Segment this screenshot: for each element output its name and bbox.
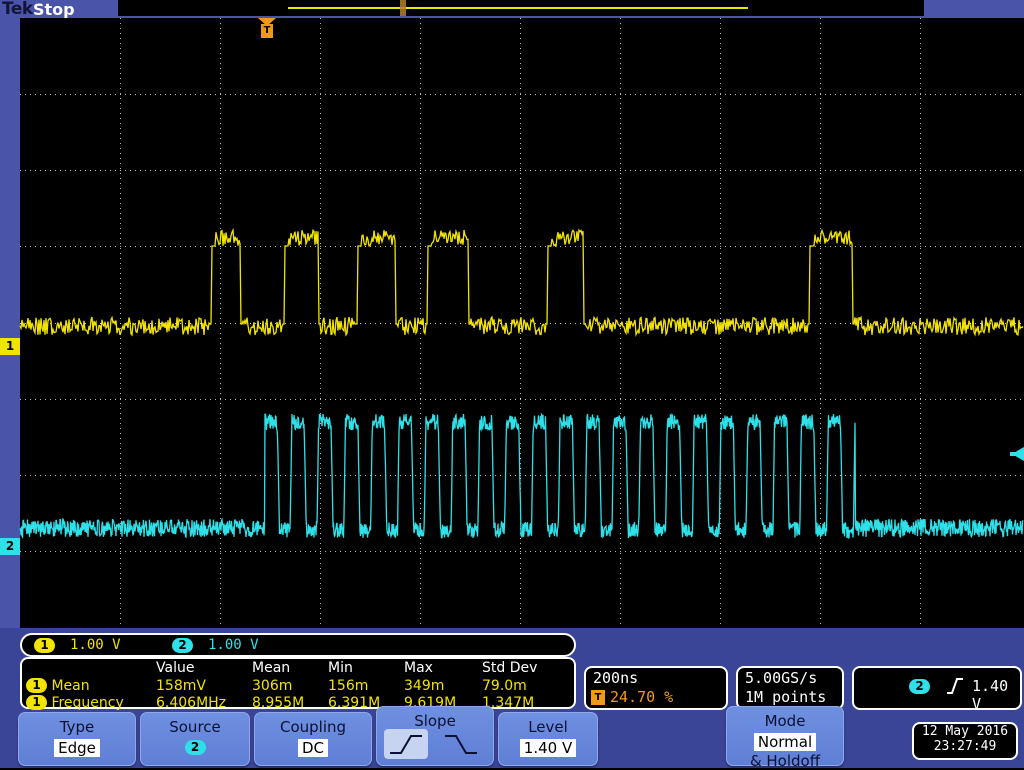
menu-value-source-badge: 2	[185, 740, 206, 755]
column-header-mean: Mean	[252, 659, 328, 677]
channel-1-badge: 1	[26, 695, 47, 710]
falling-edge-icon	[439, 729, 483, 759]
time-text: 23:27:49	[914, 739, 1016, 754]
left-margin-strip: 1 2	[0, 18, 20, 628]
waveform-canvas	[20, 18, 1024, 628]
measurement-name: Mean	[51, 678, 89, 694]
menu-label-mode: Mode	[727, 712, 843, 730]
menu-button-type[interactable]: Type Edge	[18, 712, 136, 766]
measurement-grid: Value Mean Min Max Std Dev 1 Mean 158mV …	[22, 659, 560, 711]
trigger-position-marker[interactable]: T	[258, 18, 276, 40]
timebase-position: 24.70 %	[610, 688, 673, 706]
channel-2-trace	[20, 414, 1023, 538]
top-status-bar: Tek Stop	[0, 0, 1024, 18]
column-header-max: Max	[404, 659, 482, 677]
column-header-min: Min	[328, 659, 404, 677]
trigger-panel[interactable]: 2 1.40 V	[852, 666, 1022, 710]
overview-window-cursor[interactable]	[400, 0, 406, 16]
measurement-table: Value Mean Min Max Std Dev 1 Mean 158mV …	[20, 657, 576, 709]
menu-button-slope[interactable]: Slope	[376, 706, 494, 766]
run-state-label[interactable]: Stop	[33, 0, 75, 19]
measurement-label-cell: 1 Mean	[22, 677, 156, 694]
trigger-position-icon: T	[591, 690, 605, 705]
measurement-value: 158mV	[156, 677, 252, 694]
trigger-position-badge: T	[261, 24, 273, 38]
menu-value-coupling: DC	[298, 739, 328, 757]
menu-label-slope: Slope	[377, 712, 493, 730]
measurement-value: 6.406MHz	[156, 694, 252, 711]
menu-label-type: Type	[19, 718, 135, 736]
channel-1-scale[interactable]: 1.00 V	[70, 637, 121, 653]
channel-1-badge[interactable]: 1	[34, 638, 55, 653]
menu-button-source[interactable]: Source 2	[140, 712, 250, 766]
measurement-label-cell: 1 Frequency	[22, 694, 156, 711]
vertical-scale-readout: 1 1.00 V 2 1.00 V	[20, 633, 576, 657]
measurement-std-dev: 79.0m	[482, 677, 560, 694]
rising-edge-icon	[384, 729, 428, 759]
channel-2-scale[interactable]: 1.00 V	[208, 637, 259, 653]
date-text: 12 May 2016	[914, 724, 1016, 739]
measurement-name-header	[22, 659, 156, 677]
overview-trace	[288, 7, 748, 9]
menu-label-coupling: Coupling	[255, 718, 371, 736]
graticule	[20, 18, 1024, 628]
menu-button-mode[interactable]: Mode Normal & Holdoff	[726, 706, 844, 766]
measurement-mean: 8.955M	[252, 694, 328, 711]
channel-2-ground-marker[interactable]: 2	[0, 538, 20, 555]
measurement-max: 349m	[404, 677, 482, 694]
menu-sublabel-holdoff: & Holdoff	[727, 752, 843, 770]
menu-label-source: Source	[141, 718, 249, 736]
datetime-readout: 12 May 2016 23:27:49	[912, 722, 1018, 760]
table-row[interactable]: 1 Mean 158mV 306m 156m 349m 79.0m	[22, 677, 560, 694]
measurement-std-dev: 1.347M	[482, 694, 560, 711]
measurement-mean: 306m	[252, 677, 328, 694]
rising-edge-icon	[946, 676, 964, 696]
menu-value-type: Edge	[54, 739, 100, 757]
record-overview-bar[interactable]	[118, 0, 924, 16]
trigger-source-badge: 2	[909, 679, 930, 694]
tek-logo: Tek	[2, 0, 33, 19]
menu-label-level: Level	[499, 718, 597, 736]
menu-button-level[interactable]: Level 1.40 V	[498, 712, 598, 766]
column-header-value: Value	[156, 659, 252, 677]
menu-value-mode: Normal	[754, 733, 816, 751]
measurement-name: Frequency	[51, 695, 123, 711]
trigger-level-arrow-tail	[1010, 452, 1024, 456]
trigger-level-value: 1.40 V	[972, 677, 1020, 713]
channel-2-badge[interactable]: 2	[172, 638, 193, 653]
channel-1-trace	[20, 230, 1023, 335]
channel-1-badge: 1	[26, 678, 47, 693]
slope-rising-option[interactable]	[384, 729, 428, 759]
menu-button-coupling[interactable]: Coupling DC	[254, 712, 372, 766]
measurement-min: 156m	[328, 677, 404, 694]
menu-value-level: 1.40 V	[520, 739, 576, 757]
timebase-scale: 200ns	[593, 669, 638, 687]
sample-rate: 5.00GS/s	[745, 669, 817, 687]
slope-falling-option[interactable]	[439, 729, 483, 759]
record-length: 1M points	[745, 688, 826, 706]
oscilloscope-screen: Tek Stop 1 2	[0, 0, 1024, 768]
channel-1-ground-marker[interactable]: 1	[0, 338, 20, 355]
acquisition-panel[interactable]: 5.00GS/s 1M points	[736, 666, 844, 710]
column-header-std-dev: Std Dev	[482, 659, 560, 677]
table-header-row: Value Mean Min Max Std Dev	[22, 659, 560, 677]
timebase-panel[interactable]: 200ns T 24.70 %	[584, 666, 728, 710]
